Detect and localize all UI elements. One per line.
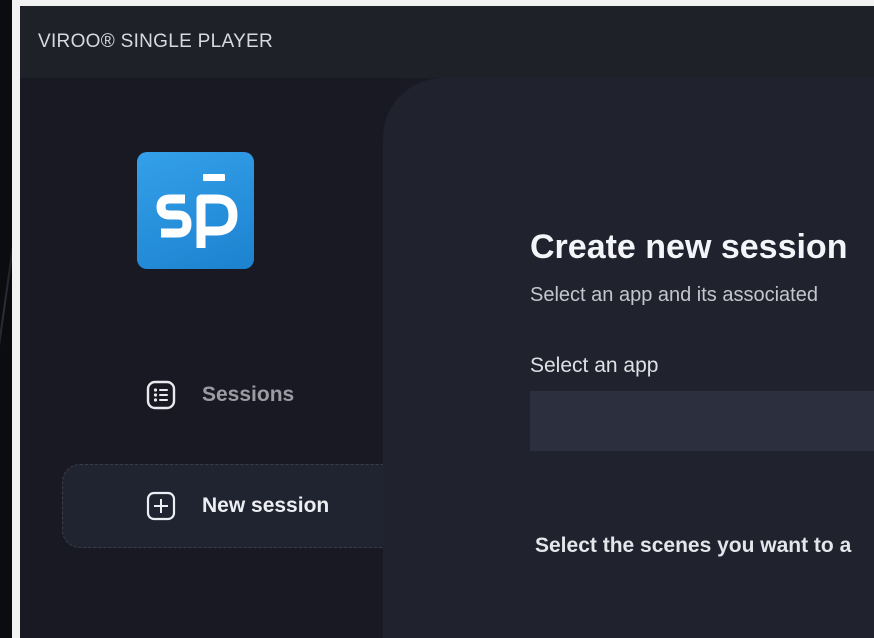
page-title: Create new session (530, 228, 848, 266)
select-app-label: Select an app (530, 354, 659, 377)
sidebar-item-sessions[interactable]: Sessions (62, 353, 407, 437)
sidebar-item-label: Sessions (202, 383, 295, 406)
logo-sp-icon (156, 174, 238, 248)
window-gap (12, 0, 20, 638)
title-bar: VIROO® SINGLE PLAYER (20, 6, 874, 78)
background-window-edge (0, 0, 12, 638)
plus-square-icon (146, 491, 176, 521)
app-select-dropdown[interactable] (530, 391, 874, 451)
app-window: VIROO® SINGLE PLAYER Sessions New sessio… (20, 0, 874, 638)
sidebar: Sessions New session (20, 78, 407, 638)
app-title: VIROO® SINGLE PLAYER (38, 31, 274, 52)
main-panel: Create new session Select an app and its… (383, 78, 874, 638)
scenes-label: Select the scenes you want to a (535, 534, 852, 557)
sidebar-item-new-session[interactable]: New session (62, 464, 407, 548)
page-subtitle: Select an app and its associated (530, 284, 818, 306)
app-logo (137, 152, 254, 269)
list-icon (146, 380, 176, 410)
sidebar-item-label: New session (202, 494, 330, 517)
